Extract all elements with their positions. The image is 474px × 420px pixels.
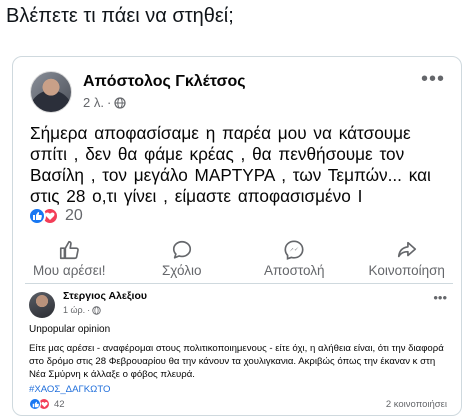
comment-label: Σχόλιο xyxy=(161,263,202,278)
send-button[interactable]: Αποστολή xyxy=(238,239,351,283)
like-reaction-icon xyxy=(29,398,41,410)
share-button[interactable]: Κοινοποίηση xyxy=(351,239,462,283)
quoted-post[interactable]: Στεργιος Αλεξιου 1 ώρ. · ••• Unpopular o… xyxy=(25,283,453,411)
quoted-hashtag[interactable]: #ΧΑΟΣ_ΔΑΓΚΩΤΟ xyxy=(29,384,110,395)
reactions-summary[interactable]: 20 xyxy=(28,207,83,225)
quoted-author[interactable]: Στεργιος Αλεξιου xyxy=(63,290,147,302)
quoted-meta: 1 ώρ. · xyxy=(63,305,101,315)
thumbs-up-icon xyxy=(60,240,80,260)
reaction-count: 20 xyxy=(65,207,83,224)
share-label: Κοινοποίηση xyxy=(368,263,445,278)
globe-icon xyxy=(114,96,126,109)
embedded-facebook-post: Απόστολος Γκλέτσος 2 λ. · ••• Σήμερα απο… xyxy=(12,56,462,416)
like-button[interactable]: Μου αρέσει! xyxy=(13,239,126,283)
post-time[interactable]: 2 λ. xyxy=(83,95,104,110)
send-label: Αποστολή xyxy=(263,263,325,278)
like-label: Μου αρέσει! xyxy=(33,263,106,278)
share-arrow-icon xyxy=(397,241,416,258)
post-author[interactable]: Απόστολος Γκλέτσος xyxy=(83,73,246,91)
quoted-author-avatar[interactable] xyxy=(29,292,55,318)
quoted-reactions[interactable]: 42 xyxy=(29,398,65,410)
post-text: Σήμερα αποφασίσαμε η παρέα μου να κάτσου… xyxy=(30,123,431,206)
quoted-body: Είτε μας αρέσει - αναφέρομαι στους πολιτ… xyxy=(29,343,444,380)
quoted-subtitle: Unpopular opinion xyxy=(29,324,111,335)
post-actions: Μου αρέσει! Σχόλιο Αποστολή Κοινοποίηση xyxy=(13,239,462,283)
quoted-share-count[interactable]: 2 κοινοποιήσει xyxy=(386,399,447,410)
comment-button[interactable]: Σχόλιο xyxy=(126,239,239,283)
messenger-send-icon xyxy=(284,240,304,260)
like-reaction-icon xyxy=(28,207,46,225)
more-horizontal-icon[interactable]: ••• xyxy=(433,290,447,305)
quoted-reaction-count: 42 xyxy=(54,398,65,410)
post-meta: 2 λ. · xyxy=(83,95,126,110)
tweet-caption: Βλέπετε τι πάει να στηθεί; xyxy=(6,5,234,27)
comment-bubble-icon xyxy=(172,240,191,259)
quoted-time[interactable]: 1 ώρ. xyxy=(63,305,85,315)
author-avatar[interactable] xyxy=(30,71,72,113)
globe-icon xyxy=(92,305,101,315)
more-horizontal-icon[interactable]: ••• xyxy=(421,69,445,89)
